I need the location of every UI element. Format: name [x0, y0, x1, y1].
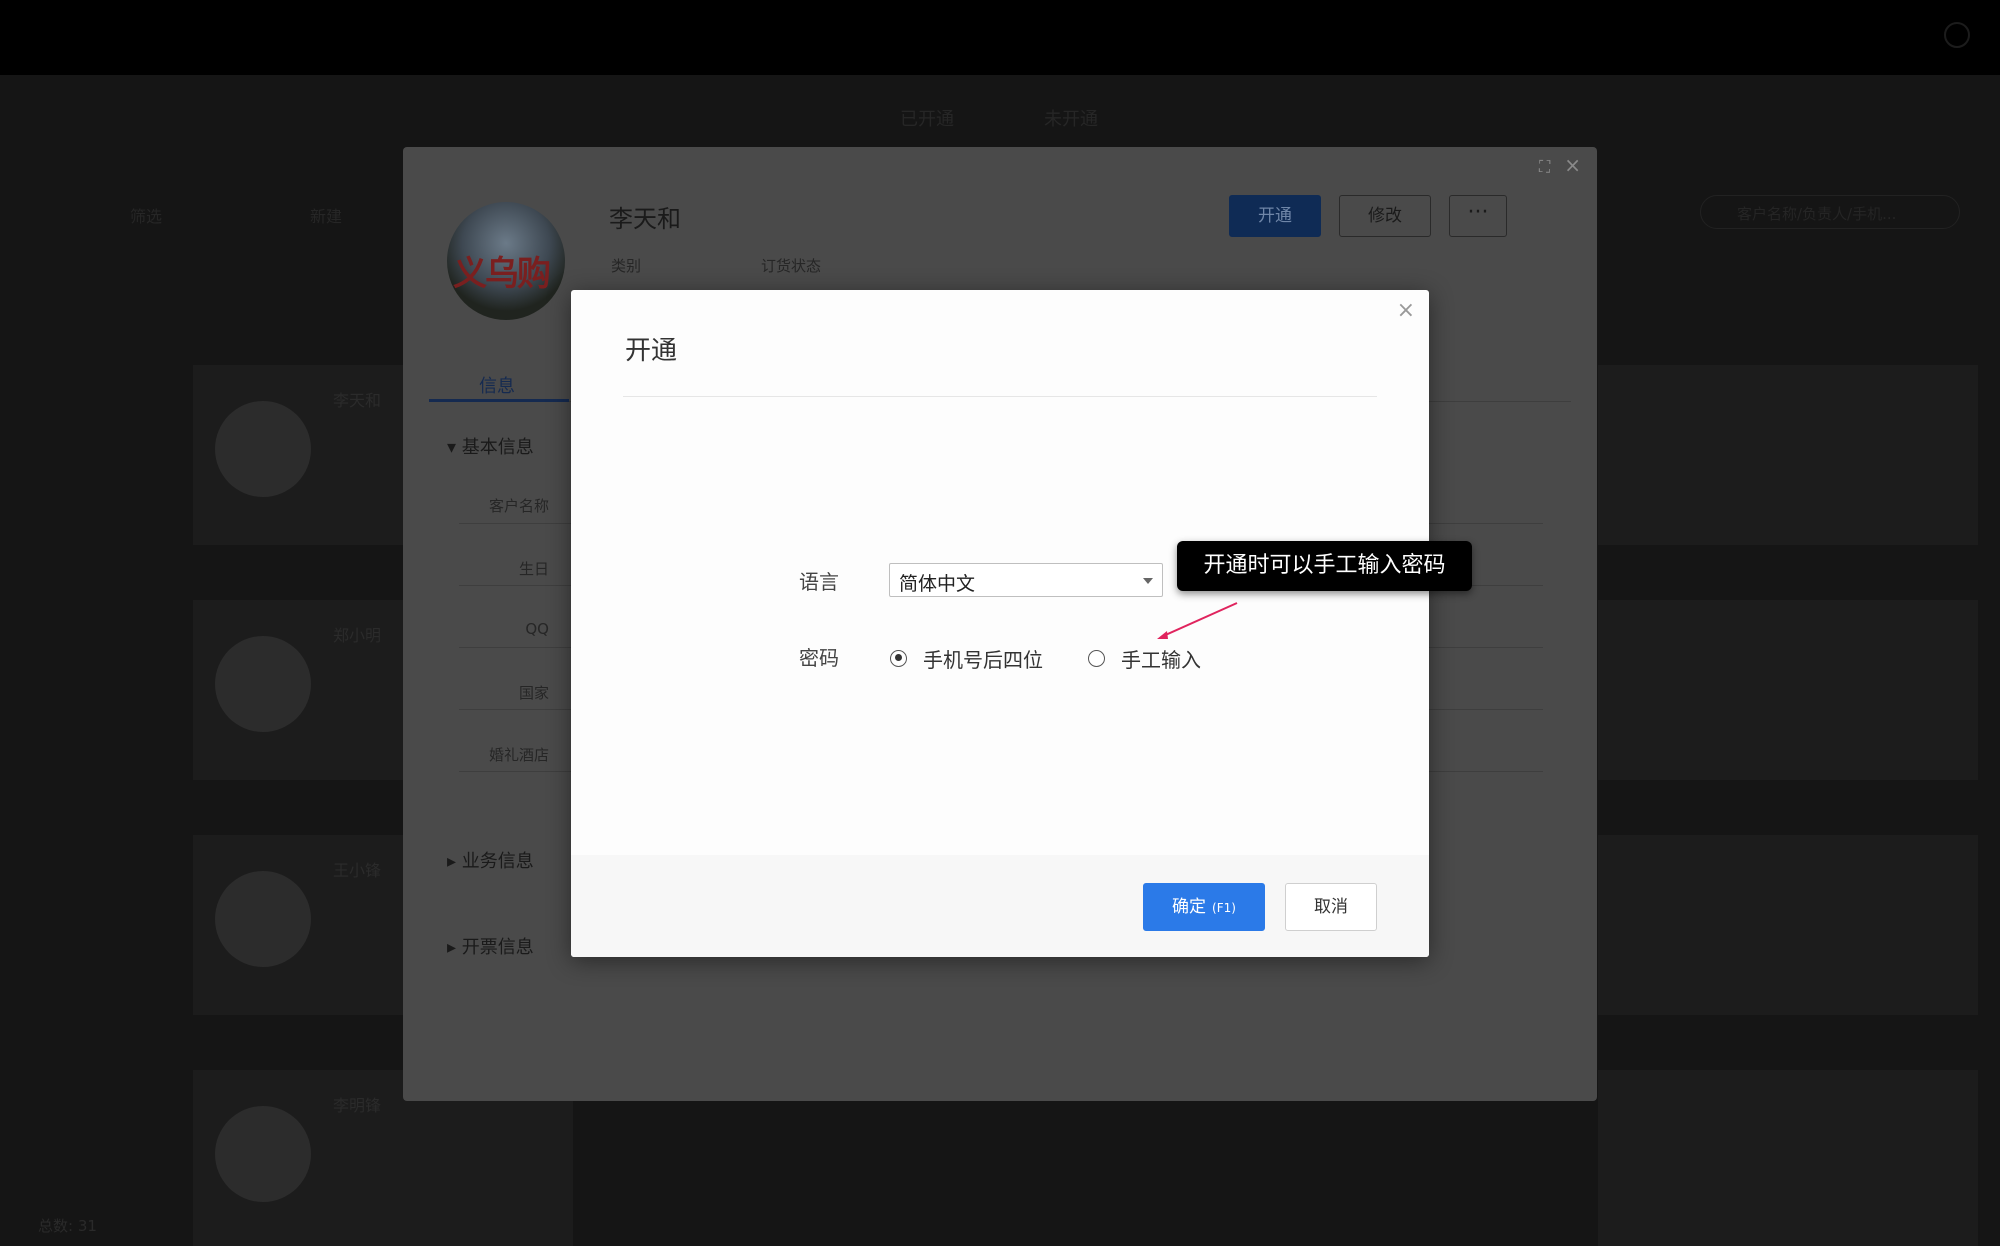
close-icon[interactable]: × — [1564, 153, 1581, 177]
field-wedding-hotel: 婚礼酒店 — [488, 746, 549, 764]
language-value: 简体中文 — [899, 573, 976, 595]
annotation-arrow-icon — [1157, 602, 1238, 639]
field-birthday: 生日 — [518, 560, 549, 578]
language-select[interactable]: 简体中文 — [889, 563, 1163, 597]
divider — [623, 396, 1377, 397]
tab-activated[interactable]: 已开通 — [900, 105, 954, 131]
tab-info[interactable]: 信息 — [479, 372, 515, 398]
edit-button[interactable]: 修改 — [1339, 195, 1431, 237]
fullscreen-icon[interactable]: ⛶ — [1539, 157, 1555, 176]
new-button[interactable]: 新建 — [310, 203, 342, 227]
list-item[interactable] — [1598, 1070, 1978, 1246]
search-input[interactable]: 客户名称/负责人/手机... — [1700, 195, 1960, 229]
field-customer-name: 客户名称 — [488, 497, 549, 515]
field-country: 国家 — [518, 684, 549, 702]
tab-not-activated[interactable]: 未开通 — [1044, 105, 1098, 131]
section-invoice-info[interactable]: ▸ 开票信息 — [447, 933, 534, 959]
radio-phone-last-four[interactable]: 手机号后四位 — [890, 644, 1043, 672]
tooltip-callout: 开通时可以手工输入密码 — [1177, 541, 1472, 591]
radio-unchecked-icon[interactable] — [1088, 649, 1105, 667]
open-account-button[interactable]: 开通 — [1229, 195, 1321, 237]
close-icon[interactable]: × — [1397, 298, 1415, 323]
language-label: 语言 — [799, 570, 839, 594]
section-business-info[interactable]: ▸ 业务信息 — [447, 847, 534, 873]
list-item[interactable] — [1598, 365, 1978, 545]
avatar — [215, 636, 311, 732]
tab-indicator — [429, 399, 569, 402]
list-item[interactable] — [1598, 600, 1978, 780]
hotkey-hint: (F1) — [1212, 901, 1236, 915]
chevron-down-icon — [1143, 578, 1153, 584]
customer-name: 李天和 — [609, 205, 681, 233]
field-qq: QQ — [525, 620, 549, 638]
app-header — [0, 0, 2000, 75]
avatar — [215, 871, 311, 967]
more-button[interactable]: ··· — [1449, 195, 1507, 237]
filter-button[interactable]: 筛选 — [130, 203, 162, 227]
settings-icon[interactable] — [1944, 22, 1970, 48]
avatar — [215, 1106, 311, 1202]
open-account-dialog: × 开通 语言 简体中文 密码 手机号后四位 手工输入 开通时可以手工输入密码 … — [571, 290, 1472, 957]
total-count: 总数: 31 — [38, 1217, 97, 1235]
avatar: 义乌购 — [447, 202, 565, 320]
password-label: 密码 — [799, 646, 839, 670]
dialog-footer: 确定 (F1) 取消 — [571, 855, 1429, 957]
cancel-button[interactable]: 取消 — [1285, 883, 1377, 931]
radio-checked-icon[interactable] — [890, 649, 907, 667]
category-label: 类别 — [611, 257, 642, 275]
dialog-title: 开通 — [625, 336, 678, 366]
list-item[interactable] — [1598, 835, 1978, 1015]
avatar-logo: 义乌购 — [453, 254, 551, 294]
order-status-label: 订货状态 — [761, 257, 822, 275]
avatar — [215, 401, 311, 497]
section-basic-info[interactable]: ▾ 基本信息 — [447, 433, 534, 459]
confirm-button[interactable]: 确定 (F1) — [1143, 883, 1265, 931]
